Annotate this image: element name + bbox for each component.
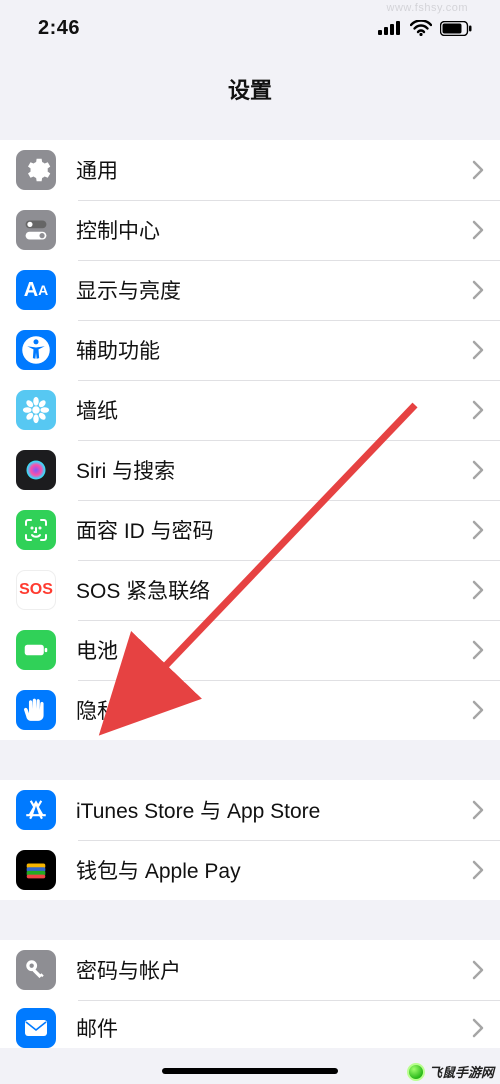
- chevron-right-icon: [472, 700, 484, 720]
- chevron-right-icon: [472, 800, 484, 820]
- accessibility-icon: [16, 330, 56, 370]
- row-label: SOS 紧急联络: [76, 575, 472, 605]
- row-label: 邮件: [76, 1013, 472, 1043]
- row-label: 显示与亮度: [76, 275, 472, 305]
- battery-icon: [16, 630, 56, 670]
- sos-icon: SOS: [16, 570, 56, 610]
- wifi-icon: [410, 20, 432, 36]
- chevron-right-icon: [472, 520, 484, 540]
- chevron-right-icon: [472, 340, 484, 360]
- gear-icon: [16, 150, 56, 190]
- row-battery[interactable]: 电池: [0, 620, 500, 680]
- aa-icon: AA: [16, 270, 56, 310]
- chevron-right-icon: [472, 280, 484, 300]
- faint-url: www.fshsy.com: [387, 2, 468, 14]
- row-control-center[interactable]: 控制中心: [0, 200, 500, 260]
- chevron-right-icon: [472, 220, 484, 240]
- section-gap: [0, 122, 500, 140]
- status-icons: [378, 20, 472, 36]
- row-label: 电池: [76, 635, 472, 665]
- row-itunes-appstore[interactable]: iTunes Store 与 App Store: [0, 780, 500, 840]
- section-gap: [0, 900, 500, 940]
- mail-icon: [16, 1008, 56, 1048]
- switch-icon: [16, 210, 56, 250]
- settings-group-3: 密码与帐户 邮件: [0, 940, 500, 1048]
- chevron-right-icon: [472, 1018, 484, 1038]
- row-label: iTunes Store 与 App Store: [76, 795, 472, 825]
- cellular-icon: [378, 21, 402, 35]
- row-sos[interactable]: SOS SOS 紧急联络: [0, 560, 500, 620]
- appstore-icon: [16, 790, 56, 830]
- settings-group-1: 通用 控制中心 AA 显示与亮度 辅助功能 墙纸 Siri 与搜索: [0, 140, 500, 740]
- battery-status-icon: [440, 21, 472, 36]
- faceid-icon: [16, 510, 56, 550]
- chevron-right-icon: [472, 960, 484, 980]
- row-label: 墙纸: [76, 395, 472, 425]
- row-label: 钱包与 Apple Pay: [76, 855, 472, 885]
- row-privacy[interactable]: 隐私: [0, 680, 500, 740]
- row-label: 通用: [76, 155, 472, 185]
- home-indicator: [162, 1068, 338, 1074]
- row-display[interactable]: AA 显示与亮度: [0, 260, 500, 320]
- row-general[interactable]: 通用: [0, 140, 500, 200]
- row-mail[interactable]: 邮件: [0, 1000, 500, 1048]
- row-label: 辅助功能: [76, 335, 472, 365]
- wallet-icon: [16, 850, 56, 890]
- page-title: 设置: [0, 56, 500, 122]
- chevron-right-icon: [472, 460, 484, 480]
- row-faceid[interactable]: 面容 ID 与密码: [0, 500, 500, 560]
- row-wallet[interactable]: 钱包与 Apple Pay: [0, 840, 500, 900]
- row-label: 面容 ID 与密码: [76, 515, 472, 545]
- settings-group-2: iTunes Store 与 App Store 钱包与 Apple Pay: [0, 780, 500, 900]
- watermark-text: 飞鼠手游网: [429, 1062, 494, 1081]
- row-label: 密码与帐户: [76, 955, 472, 985]
- row-label: Siri 与搜索: [76, 455, 472, 485]
- chevron-right-icon: [472, 640, 484, 660]
- row-label: 隐私: [76, 695, 472, 725]
- flower-icon: [16, 390, 56, 430]
- chevron-right-icon: [472, 160, 484, 180]
- siri-icon: [16, 450, 56, 490]
- hand-icon: [16, 690, 56, 730]
- row-wallpaper[interactable]: 墙纸: [0, 380, 500, 440]
- key-icon: [16, 950, 56, 990]
- chevron-right-icon: [472, 580, 484, 600]
- row-siri[interactable]: Siri 与搜索: [0, 440, 500, 500]
- chevron-right-icon: [472, 860, 484, 880]
- status-time: 2:46: [38, 17, 80, 40]
- row-passwords-accounts[interactable]: 密码与帐户: [0, 940, 500, 1000]
- row-label: 控制中心: [76, 215, 472, 245]
- chevron-right-icon: [472, 400, 484, 420]
- watermark-logo-icon: [407, 1063, 425, 1081]
- row-accessibility[interactable]: 辅助功能: [0, 320, 500, 380]
- section-gap: [0, 740, 500, 780]
- watermark: 飞鼠手游网: [407, 1062, 494, 1081]
